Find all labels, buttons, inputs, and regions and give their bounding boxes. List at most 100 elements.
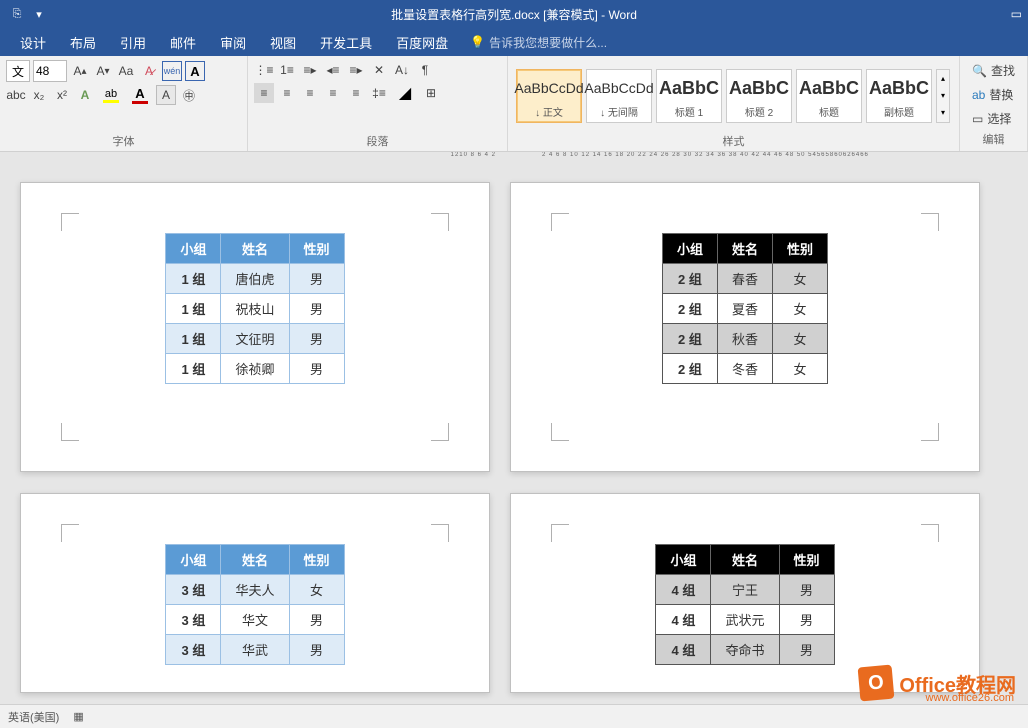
table-cell[interactable]: 秋香 [717,324,772,354]
table-cell[interactable]: 男 [289,605,344,635]
table-cell[interactable]: 男 [779,605,834,635]
table-row[interactable]: 2 组春香女 [662,264,827,294]
page-4[interactable]: 小组 姓名 性别 4 组宁王男4 组武状元男4 组夺命书男 [510,493,980,693]
enclose-characters-button[interactable]: ㊥ [179,85,199,105]
table-cell[interactable]: 徐祯卿 [221,354,289,384]
sort-button[interactable]: A↓ [392,60,412,80]
highlight-color-button[interactable]: ab [98,85,124,105]
styles-more-button[interactable]: ▴ ▾ ▾ [936,69,950,123]
table-row[interactable]: 4 组武状元男 [656,605,834,635]
replace-button[interactable]: ab替换 [968,84,1019,105]
find-button[interactable]: 🔍查找 [968,60,1019,81]
decrease-font-button[interactable]: A▾ [93,61,113,81]
customize-qat-icon[interactable]: ⎘ [10,7,24,21]
table-row[interactable]: 4 组夺命书男 [656,635,834,665]
table-row[interactable]: 3 组华文男 [166,605,344,635]
table-cell[interactable]: 夏香 [717,294,772,324]
table-cell[interactable]: 男 [289,354,344,384]
table-cell[interactable]: 3 组 [166,635,221,665]
status-language[interactable]: 英语(美国) [8,709,59,725]
font-color-button[interactable]: A [127,85,153,105]
macro-recording-icon[interactable]: ▦ [73,710,83,723]
table-cell[interactable]: 祝枝山 [221,294,289,324]
table-row[interactable]: 1 组徐祯卿男 [166,354,344,384]
th[interactable]: 性别 [773,234,828,264]
th[interactable]: 性别 [289,234,344,264]
th[interactable]: 性别 [779,545,834,575]
table-cell[interactable]: 1 组 [166,354,221,384]
table-cell[interactable]: 武状元 [711,605,779,635]
table-cell[interactable]: 2 组 [662,264,717,294]
table-cell[interactable]: 3 组 [166,605,221,635]
th[interactable]: 姓名 [221,234,289,264]
strikethrough-button[interactable]: abc [6,85,26,105]
table-cell[interactable]: 女 [773,294,828,324]
th[interactable]: 姓名 [221,545,289,575]
table-cell[interactable]: 4 组 [656,605,711,635]
table-row[interactable]: 2 组秋香女 [662,324,827,354]
distributed-button[interactable]: ≡ [346,83,366,103]
font-name-combo[interactable]: 文 [6,60,30,82]
table-cell[interactable]: 女 [773,354,828,384]
table-cell[interactable]: 1 组 [166,324,221,354]
tab-mailings[interactable]: 邮件 [158,28,208,56]
text-effects-button[interactable]: A [75,85,95,105]
table-cell[interactable]: 1 组 [166,264,221,294]
page-2[interactable]: 小组 姓名 性别 2 组春香女2 组夏香女2 组秋香女2 组冬香女 [510,182,980,472]
table-cell[interactable]: 1 组 [166,294,221,324]
table-cell[interactable]: 华夫人 [221,575,289,605]
multilevel-list-button[interactable]: ≡▸ [300,60,320,80]
style-heading1[interactable]: AaBbC 标题 1 [656,69,722,123]
table-row[interactable]: 1 组文征明男 [166,324,344,354]
table-cell[interactable]: 夺命书 [711,635,779,665]
select-button[interactable]: ▭选择 [968,108,1019,129]
page-3[interactable]: 小组 姓名 性别 3 组华夫人女3 组华文男3 组华武男 [20,493,490,693]
table-row[interactable]: 2 组冬香女 [662,354,827,384]
page-1[interactable]: 小组 姓名 性别 1 组唐伯虎男1 组祝枝山男1 组文征明男1 组徐祯卿男 [20,182,490,472]
document-area[interactable]: 小组 姓名 性别 1 组唐伯虎男1 组祝枝山男1 组文征明男1 组徐祯卿男 小组… [0,176,1028,700]
th[interactable]: 姓名 [717,234,772,264]
table-group4[interactable]: 小组 姓名 性别 4 组宁王男4 组武状元男4 组夺命书男 [655,544,834,665]
table-cell[interactable]: 3 组 [166,575,221,605]
table-cell[interactable]: 4 组 [656,575,711,605]
ruler-right[interactable]: 2 4 6 8 10 12 14 16 18 20 22 24 26 28 30… [532,152,1008,176]
table-row[interactable]: 2 组夏香女 [662,294,827,324]
table-cell[interactable]: 女 [289,575,344,605]
table-cell[interactable]: 男 [289,264,344,294]
table-cell[interactable]: 2 组 [662,354,717,384]
increase-indent-button[interactable]: ≡▸ [346,60,366,80]
th[interactable]: 小组 [166,545,221,575]
tab-design[interactable]: 设计 [8,28,58,56]
table-cell[interactable]: 唐伯虎 [221,264,289,294]
ribbon-display-options-icon[interactable]: ▭ [1011,7,1022,21]
table-cell[interactable]: 宁王 [711,575,779,605]
bullets-button[interactable]: ⋮≡ [254,60,274,80]
th[interactable]: 小组 [166,234,221,264]
show-marks-button[interactable]: ¶ [415,60,435,80]
table-group2[interactable]: 小组 姓名 性别 2 组春香女2 组夏香女2 组秋香女2 组冬香女 [662,233,828,384]
clear-formatting-button[interactable]: A̷ [139,61,159,81]
table-cell[interactable]: 2 组 [662,324,717,354]
tab-developer[interactable]: 开发工具 [308,28,384,56]
style-title[interactable]: AaBbC 标题 [796,69,862,123]
table-cell[interactable]: 春香 [717,264,772,294]
justify-button[interactable]: ≡ [323,83,343,103]
phonetic-guide-button[interactable]: wén [162,61,182,81]
tab-view[interactable]: 视图 [258,28,308,56]
table-cell[interactable]: 男 [289,294,344,324]
tell-me-search[interactable]: 💡 告诉我您想要做什么... [470,34,607,51]
style-heading2[interactable]: AaBbC 标题 2 [726,69,792,123]
tab-review[interactable]: 审阅 [208,28,258,56]
table-cell[interactable]: 男 [779,575,834,605]
shading-button[interactable]: ◢ [392,83,418,103]
th[interactable]: 小组 [656,545,711,575]
table-cell[interactable]: 2 组 [662,294,717,324]
character-border-button[interactable]: A [185,61,205,81]
style-normal[interactable]: AaBbCcDd ↓ 正文 [516,69,582,123]
table-row[interactable]: 4 组宁王男 [656,575,834,605]
subscript-button[interactable]: x₂ [29,85,49,105]
ruler-left[interactable]: 1210 8 6 4 2 [20,152,506,176]
table-row[interactable]: 3 组华武男 [166,635,344,665]
tab-baidu[interactable]: 百度网盘 [384,28,460,56]
increase-font-button[interactable]: A▴ [70,61,90,81]
